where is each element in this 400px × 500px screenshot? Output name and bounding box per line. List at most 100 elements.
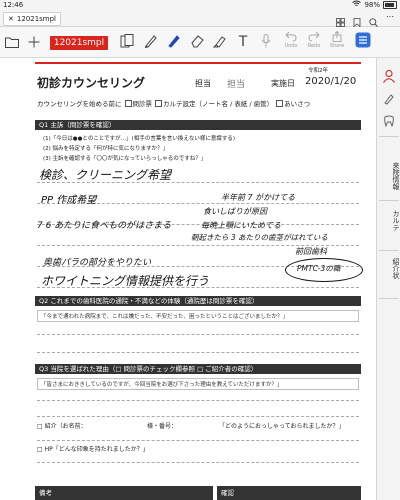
edit-icon[interactable] bbox=[383, 90, 395, 109]
plus-icon bbox=[28, 33, 40, 52]
q1-item: (2) 悩みを特定する「何が特に気になりますか？」 bbox=[43, 146, 169, 152]
battery-icon bbox=[383, 1, 397, 9]
checkbox[interactable] bbox=[276, 99, 284, 107]
era-label: 令和2年 bbox=[308, 68, 328, 74]
intro-check-label: カルテ設定（ノート名 / 表紙 / 歯管） bbox=[163, 100, 274, 108]
handwritten-note: 半年前 7 がかけてる bbox=[221, 193, 296, 202]
date-value[interactable]: 2020/1/20 bbox=[305, 76, 356, 87]
share-button[interactable]: Share bbox=[326, 30, 348, 49]
person-icon[interactable] bbox=[383, 68, 395, 87]
view-mode-button[interactable] bbox=[117, 32, 137, 52]
undo-icon bbox=[280, 31, 302, 43]
redo-label: Redo bbox=[307, 43, 321, 49]
folder-icon bbox=[5, 33, 19, 52]
share-label: Share bbox=[329, 43, 345, 49]
checkbox[interactable] bbox=[124, 99, 132, 107]
lasso-tool-button[interactable] bbox=[141, 32, 161, 52]
undo-label: Undo bbox=[284, 43, 298, 49]
handwritten-note: 朝起きたら 3 あたりの歯茎がはれている bbox=[191, 233, 328, 242]
voice-button[interactable] bbox=[256, 32, 276, 52]
q3-header: Q3 当院を選ばれた理由（□ 問診票のチェック欄参照 □ ご紹介者の確認） bbox=[35, 364, 361, 374]
q1-items: (1)「今日は●●とのことですが…」(相手の言葉を言い換えない様に意識する) (… bbox=[43, 134, 235, 164]
tab-referral[interactable]: 紹介状 bbox=[377, 258, 400, 279]
text-tool-button[interactable]: T bbox=[233, 32, 253, 52]
panel-divider bbox=[379, 200, 399, 201]
folder-button[interactable] bbox=[2, 32, 22, 52]
writing-line bbox=[37, 352, 359, 353]
microphone-icon bbox=[261, 33, 271, 52]
handwritten-note: ホワイトニング情報提供を行う bbox=[41, 274, 210, 288]
handwritten-note: 前回歯科 bbox=[295, 247, 327, 256]
handwritten-note: PP 作成希望 bbox=[41, 195, 97, 206]
writing-line bbox=[37, 462, 359, 463]
tooth-icon[interactable] bbox=[383, 112, 395, 131]
referral-question: 「どのようにおっしゃっておられましたか？」 bbox=[219, 423, 345, 430]
q2-header: Q2 これまでの歯科医院の通院・不満などの体験（通院歴は問診票を確認） bbox=[35, 296, 361, 306]
document-tab-label: 12021smpl bbox=[16, 15, 56, 23]
add-page-button[interactable] bbox=[24, 32, 44, 52]
right-side-panel: 来院情報 カルテ 紹介状 bbox=[376, 58, 400, 500]
intro-checklist: カウンセリングを始める前に 問診票 カルテ設定（ノート名 / 表紙 / 歯管） … bbox=[37, 98, 310, 108]
document-page[interactable]: 初診カウンセリング 担当 担当 令和2年 実施日 2020/1/20 カウンセリ… bbox=[23, 58, 375, 500]
q1-header: Q1 主訴（問診票を確認） bbox=[35, 120, 361, 130]
staff-label: 担当 bbox=[195, 79, 211, 88]
header-accent-line bbox=[35, 62, 361, 64]
writing-line bbox=[37, 400, 359, 401]
redo-icon bbox=[303, 31, 325, 43]
handwritten-note: 食いしばりが原因 bbox=[203, 207, 267, 216]
battery-percent: 98% bbox=[364, 1, 380, 9]
remarks-header: 備考 bbox=[35, 486, 213, 500]
intro-check-label: 問診票 bbox=[132, 100, 153, 108]
document-tab[interactable]: ✕ 12021smpl bbox=[3, 12, 61, 26]
redo-button[interactable]: Redo bbox=[303, 31, 325, 49]
confirm-header: 確認 bbox=[217, 486, 361, 500]
document-name-button[interactable]: 12021smpl bbox=[50, 36, 108, 50]
toolbar: 12021smpl T Undo Redo Share bbox=[0, 27, 400, 58]
intro-check-label: あいさつ bbox=[284, 100, 311, 108]
q1-item: (3) 主訴を確認する「〇〇が気になっていらっしゃるのですね？」 bbox=[43, 156, 207, 162]
app-menu-icon bbox=[355, 32, 371, 52]
tab-visit-info[interactable]: 来院情報 bbox=[377, 162, 400, 190]
panel-divider bbox=[379, 250, 399, 251]
tab-bar: ✕ 12021smpl ⋯ bbox=[0, 10, 400, 28]
hp-question[interactable]: □ HP「どんな印象を持たれましたか？」 bbox=[37, 444, 149, 453]
handwritten-note: PMTC-3の職 bbox=[297, 264, 341, 273]
referral-number-label: 様・番号： bbox=[147, 423, 178, 430]
clock: 12:46 bbox=[3, 1, 24, 9]
wifi-icon bbox=[352, 0, 362, 10]
share-icon bbox=[326, 30, 348, 43]
handwritten-note: 7 6 あたりに食べものがはさまる bbox=[37, 221, 172, 231]
pen-icon bbox=[167, 33, 181, 52]
highlighter-tool-button[interactable] bbox=[210, 32, 230, 52]
date-label: 実施日 bbox=[271, 79, 295, 88]
eraser-tool-button[interactable] bbox=[187, 32, 207, 52]
panel-divider bbox=[379, 298, 399, 299]
handwritten-note: 検診、クリーニング希望 bbox=[39, 168, 172, 182]
writing-line bbox=[37, 334, 359, 335]
q1-item: (1)「今日は●●とのことですが…」(相手の言葉を言い換えない様に意識する) bbox=[43, 136, 235, 142]
checkbox[interactable] bbox=[155, 99, 162, 107]
close-icon[interactable]: ✕ bbox=[8, 13, 14, 25]
tab-chart[interactable]: カルテ bbox=[377, 210, 400, 231]
pages-icon bbox=[120, 33, 134, 52]
q2-question: 「今まで通われた病院まで、これは嫌だった、不安だった、困ったということはございま… bbox=[37, 310, 359, 322]
staff-value: 担当 bbox=[227, 80, 246, 90]
panel-divider bbox=[379, 136, 399, 137]
app-menu-button[interactable] bbox=[353, 32, 373, 52]
q3-question: 「皆さまにおききしているのですが、今回当院をお選び下さった理由を教えていただけま… bbox=[37, 378, 359, 390]
status-bar: 12:46 98% bbox=[0, 0, 400, 10]
pen-tool-button[interactable] bbox=[164, 32, 184, 52]
writing-line bbox=[37, 416, 359, 417]
form-title: 初診カウンセリング bbox=[37, 76, 146, 90]
undo-button[interactable]: Undo bbox=[280, 31, 302, 49]
intro-line: カウンセリングを始める前に bbox=[37, 100, 122, 108]
referral-name-label[interactable]: □ 紹介（お名前： bbox=[37, 421, 87, 430]
writing-line bbox=[37, 440, 359, 441]
highlighter-icon bbox=[212, 33, 227, 52]
eraser-icon bbox=[190, 33, 204, 52]
lasso-pen-icon bbox=[144, 33, 158, 52]
status-icons: 98% bbox=[352, 0, 397, 10]
text-icon: T bbox=[238, 34, 248, 50]
handwritten-note: 毎晩上顎にいためてる bbox=[201, 221, 281, 230]
handwritten-note: 奥歯パラの部分をやりたい bbox=[43, 258, 152, 268]
